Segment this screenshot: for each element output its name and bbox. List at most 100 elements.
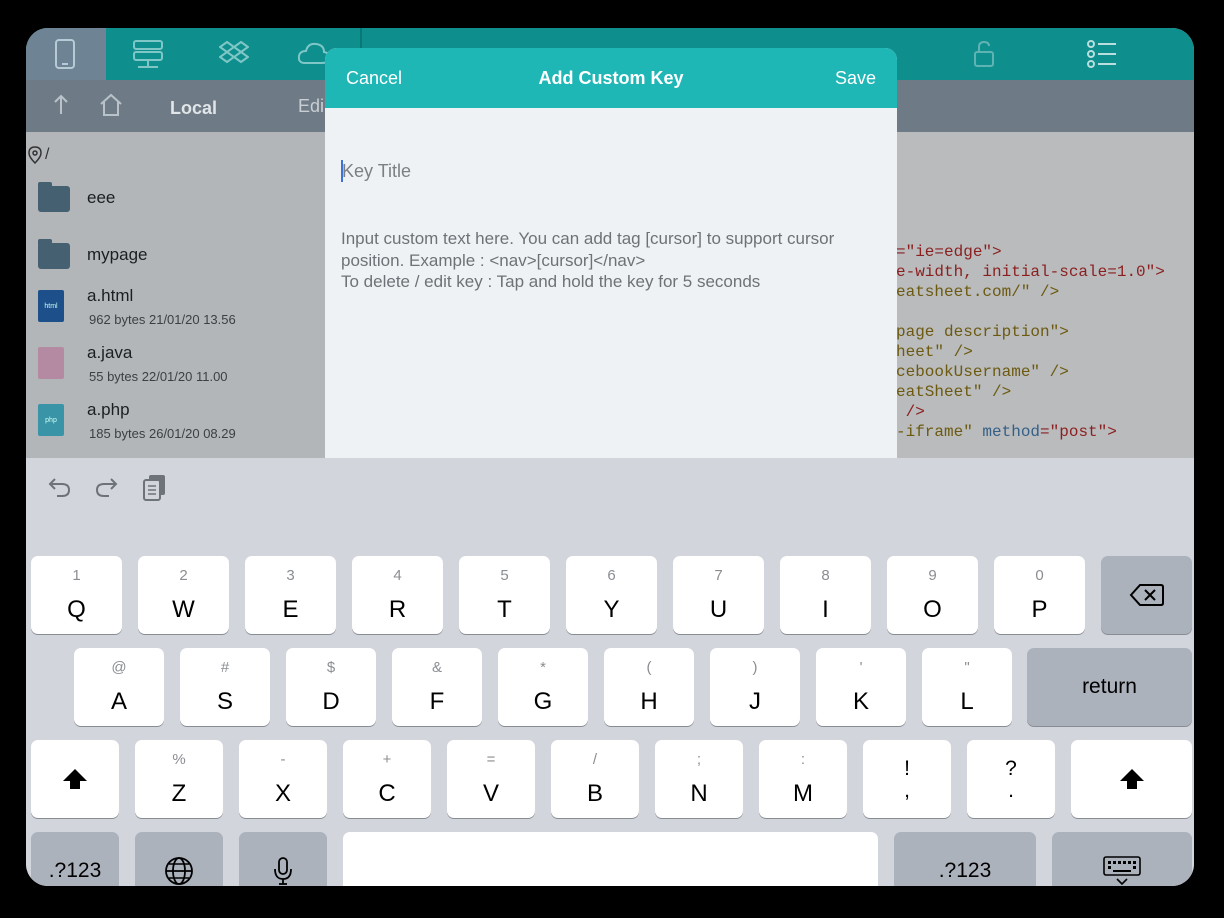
key-label: V: [482, 780, 499, 807]
folder-item[interactable]: mypage: [36, 229, 326, 285]
key-g[interactable]: * G: [498, 648, 588, 726]
key-label: L: [960, 688, 974, 715]
key-l[interactable]: " L: [922, 648, 1012, 726]
list-menu-icon[interactable]: [1084, 36, 1120, 72]
file-name: a.php: [87, 400, 130, 419]
return-key[interactable]: return: [1027, 648, 1192, 726]
key-d[interactable]: $ D: [286, 648, 376, 726]
key-x[interactable]: -X: [239, 740, 327, 818]
space-bar[interactable]: [343, 832, 878, 886]
key-alt-label: 0: [1035, 567, 1044, 584]
key-f[interactable]: & F: [392, 648, 482, 726]
code-token: ="ie=edge">: [896, 243, 1002, 261]
key-z[interactable]: % Z: [135, 740, 223, 818]
key-alt-label: 8: [821, 567, 830, 584]
key-alt-label: 1: [72, 567, 81, 584]
key-label: ?: [1005, 757, 1017, 780]
delete-backward-icon: [1101, 556, 1192, 634]
key-i[interactable]: 8I: [780, 556, 871, 634]
custom-text-input[interactable]: [341, 228, 881, 458]
key-k[interactable]: ' K: [816, 648, 906, 726]
folder-icon: [38, 182, 70, 212]
key-q[interactable]: 1Q: [31, 556, 122, 634]
key-alt-label: (: [646, 659, 652, 676]
file-item[interactable]: a.java 55 bytes 22/01/20 11.00: [36, 339, 326, 395]
code-line: e-width, initial-scale=1.0">: [896, 263, 1165, 281]
key-alt-label: 4: [393, 567, 402, 584]
key-label: !: [904, 757, 910, 780]
sidebar-tab-label[interactable]: Local: [170, 98, 217, 119]
edit-label[interactable]: Edi: [298, 96, 324, 117]
key-alt-label: ": [964, 659, 970, 676]
key-w[interactable]: 2W: [138, 556, 229, 634]
key-y[interactable]: 6Y: [566, 556, 657, 634]
key-m[interactable]: :M: [759, 740, 847, 818]
key-label: N: [690, 780, 708, 807]
key-e[interactable]: 3E: [245, 556, 336, 634]
numbers-label: .?123: [938, 859, 992, 882]
shift-left-key[interactable]: [31, 740, 119, 818]
file-item[interactable]: html a.html 962 bytes 21/01/20 13.56: [36, 282, 326, 338]
shift-right-key[interactable]: [1071, 740, 1192, 818]
numbers-key-right[interactable]: .?123: [894, 832, 1036, 886]
key-title-input[interactable]: [341, 158, 881, 184]
code-token: -iframe": [896, 423, 983, 441]
key-label: O: [923, 596, 942, 623]
key-label: Z: [171, 780, 187, 807]
key-r[interactable]: 4R: [352, 556, 443, 634]
key-h[interactable]: (H: [604, 648, 694, 726]
html-file-icon: html: [38, 290, 64, 322]
dialog-title: Add Custom Key: [538, 68, 684, 88]
key-b[interactable]: / B: [551, 740, 639, 818]
server-icon[interactable]: [130, 36, 166, 72]
key-n[interactable]: ; N: [655, 740, 743, 818]
numbers-key-left[interactable]: .?123: [31, 832, 119, 886]
key-title-field: [341, 158, 881, 184]
delete-key[interactable]: [1101, 556, 1192, 634]
key-v[interactable]: = V: [447, 740, 535, 818]
key-a[interactable]: @ A: [74, 648, 164, 726]
undo-icon[interactable]: [44, 472, 76, 502]
key-t[interactable]: 5T: [459, 556, 550, 634]
key-label: I: [822, 596, 829, 623]
folder-item[interactable]: eee: [36, 172, 326, 228]
key-label: A: [110, 688, 127, 715]
key-j[interactable]: ) J: [710, 648, 800, 726]
key-s[interactable]: # S: [180, 648, 270, 726]
microphone-key[interactable]: [239, 832, 327, 886]
add-custom-key-dialog: Cancel Add Custom Key Save: [325, 48, 897, 468]
code-token: cebookUsername" />: [896, 363, 1069, 381]
globe-key[interactable]: [135, 832, 223, 886]
tab-local-device[interactable]: [26, 28, 106, 80]
dismiss-keyboard-key[interactable]: [1052, 832, 1192, 886]
key-label: U: [709, 596, 728, 623]
key-o[interactable]: 9O: [887, 556, 978, 634]
key-p[interactable]: 0P: [994, 556, 1085, 634]
key-c[interactable]: + C: [343, 740, 431, 818]
dropbox-icon[interactable]: [216, 36, 252, 72]
key-exclamation-comma[interactable]: !,: [863, 740, 951, 818]
text-cursor: [341, 160, 343, 182]
save-button[interactable]: Save: [835, 68, 876, 89]
arrow-up-icon[interactable]: [50, 92, 72, 118]
home-icon[interactable]: [98, 92, 124, 118]
redo-icon[interactable]: [90, 472, 122, 502]
key-label: B: [586, 780, 603, 807]
file-name: eee: [87, 188, 116, 207]
key-u[interactable]: 7U: [673, 556, 764, 634]
file-item[interactable]: php a.php 185 bytes 26/01/20 08.29: [36, 396, 326, 452]
key-label: E: [282, 596, 299, 623]
microphone-icon: [239, 832, 327, 886]
clipboard-icon[interactable]: [138, 472, 170, 502]
key-label: Q: [67, 596, 86, 623]
key-question-period[interactable]: ?.: [967, 740, 1055, 818]
key-alt-label: /: [592, 751, 598, 768]
file-name: a.java: [87, 343, 133, 362]
file-name: a.html: [87, 286, 134, 305]
code-token: page description">: [896, 323, 1069, 341]
code-line: eatSheet" />: [896, 383, 1011, 401]
key-alt-label: 3: [286, 567, 295, 584]
java-file-icon: [38, 347, 64, 379]
on-screen-keyboard: 1 Q 2 W 3 E 4 R 5 T 6 Y 7 U 8 I 9 O 0 P @ A # S $ D & F * G(H) J ' K " Lre…: [26, 458, 1194, 886]
unlock-icon[interactable]: [966, 36, 1002, 72]
